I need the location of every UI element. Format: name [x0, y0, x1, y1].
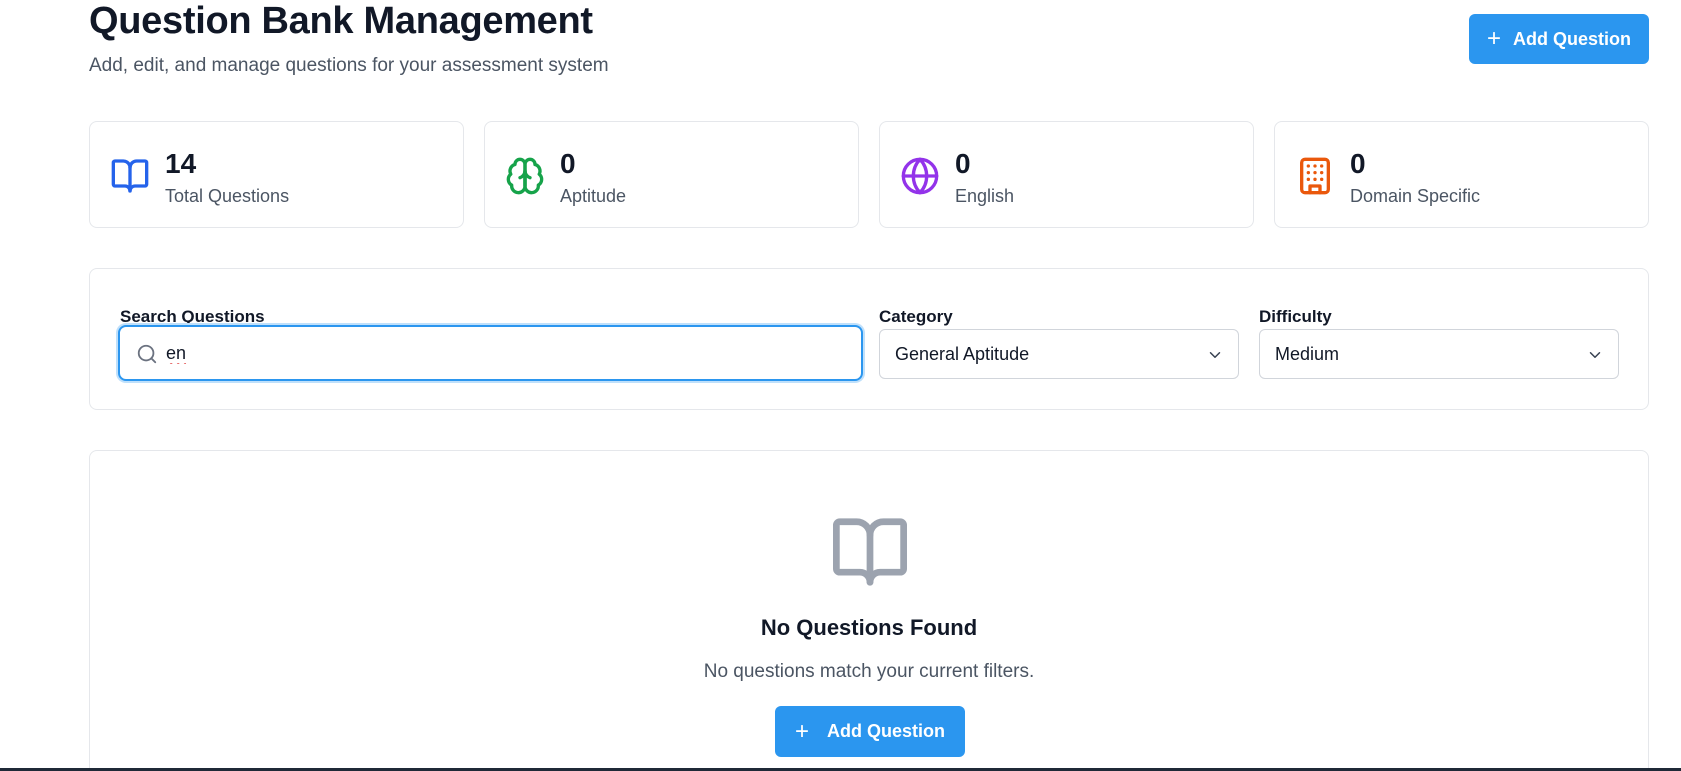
- plus-icon: +: [794, 717, 809, 745]
- stat-card-total: 14 Total Questions: [89, 121, 464, 228]
- chevron-down-icon: [1589, 352, 1601, 358]
- empty-add-question-button-label: Add Question: [827, 721, 945, 741]
- stat-label: Aptitude: [560, 186, 627, 206]
- globe-icon: [901, 157, 939, 195]
- stat-card-aptitude: 0 Aptitude: [484, 121, 859, 228]
- book-open-icon: [833, 518, 907, 586]
- empty-state-message: No questions match your current filters.: [703, 661, 1035, 682]
- search-input[interactable]: [166, 337, 846, 369]
- stat-label: English: [955, 186, 1015, 206]
- category-select[interactable]: General Aptitude: [879, 329, 1239, 379]
- search-icon: [137, 344, 157, 364]
- add-question-button-label: Add Question: [1513, 28, 1631, 49]
- search-field[interactable]: [118, 325, 863, 381]
- question-bank-page: Question Bank Management Add, edit, and …: [89, 0, 1649, 771]
- stat-card-domain: 0 Domain Specific: [1274, 121, 1649, 228]
- add-question-button[interactable]: + Add Question: [1469, 14, 1649, 64]
- stat-value: 0: [955, 148, 971, 179]
- plus-icon: +: [1486, 25, 1501, 52]
- search-label: Search Questions: [120, 307, 265, 326]
- difficulty-select-value: Medium: [1275, 344, 1340, 364]
- stat-value: 14: [165, 148, 197, 179]
- difficulty-label: Difficulty: [1259, 307, 1332, 326]
- stat-value: 0: [560, 148, 576, 179]
- stat-label: Domain Specific: [1350, 186, 1481, 206]
- brain-icon: [506, 157, 544, 195]
- page-title: Question Bank Management: [89, 0, 593, 42]
- category-label: Category: [879, 307, 953, 326]
- difficulty-select[interactable]: Medium: [1259, 329, 1619, 379]
- building-icon: [1300, 157, 1330, 195]
- stat-label: Total Questions: [165, 186, 290, 206]
- stat-value: 0: [1350, 148, 1366, 179]
- page-header: Question Bank Management Add, edit, and …: [89, 0, 1649, 100]
- empty-state-title: No Questions Found: [760, 615, 978, 640]
- empty-state: No Questions Found No questions match yo…: [89, 450, 1649, 771]
- chevron-down-icon: [1209, 352, 1221, 358]
- stat-card-english: 0 English: [879, 121, 1254, 228]
- book-open-icon: [111, 159, 149, 193]
- filters-panel: Search Questions Category General Aptitu…: [89, 268, 1649, 410]
- page-subtitle: Add, edit, and manage questions for your…: [89, 55, 609, 76]
- category-select-value: General Aptitude: [895, 344, 1030, 364]
- empty-add-question-button[interactable]: + Add Question: [775, 706, 965, 757]
- stats-row: 14 Total Questions 0 Aptitude 0 English: [89, 121, 1649, 228]
